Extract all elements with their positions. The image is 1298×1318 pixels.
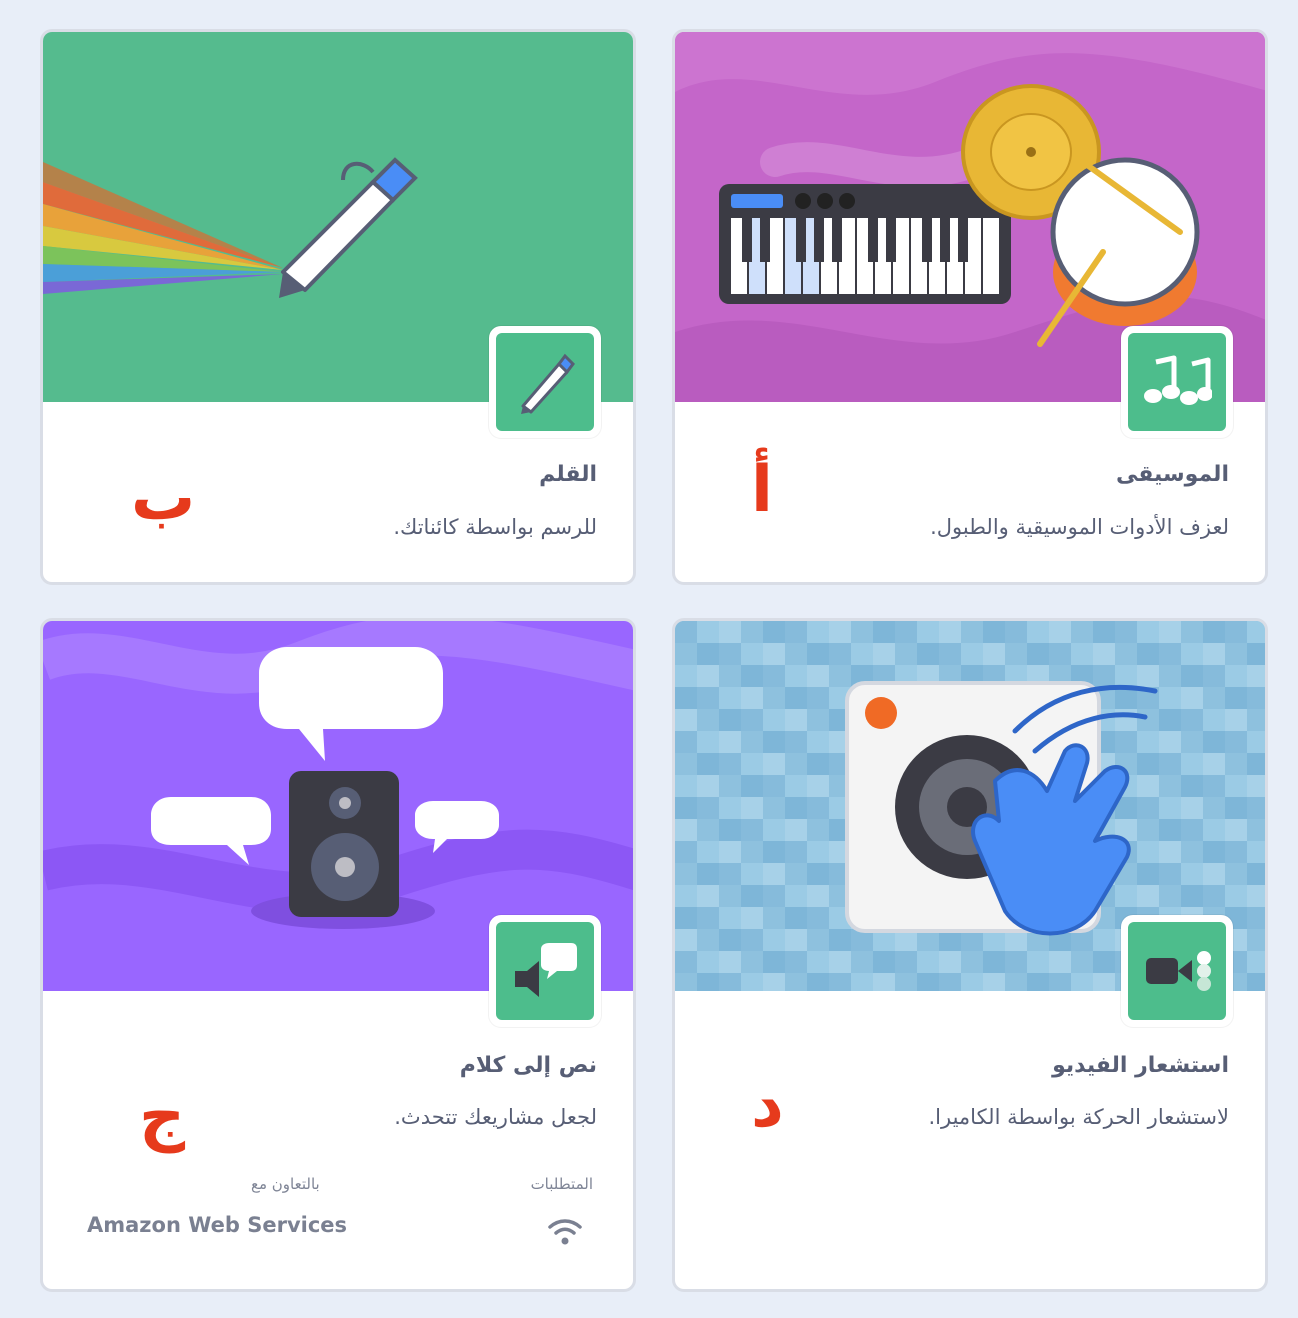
extension-title: القلم <box>539 462 597 487</box>
extension-description: لعزف الأدوات الموسيقية والطبول. <box>930 515 1229 539</box>
video-camera-icon <box>1146 951 1211 991</box>
pen-icon <box>521 353 575 414</box>
collaborator-name: Amazon Web Services <box>87 1213 348 1237</box>
extension-title: نص إلى كلام <box>459 1053 597 1078</box>
extension-description: للرسم بواسطة كائناتك. <box>393 515 597 539</box>
music-notes-icon <box>1144 355 1212 405</box>
extension-card-video-sensing[interactable]: استشعار الفيديو لاستشعار الحركة بواسطة ا… <box>672 618 1268 1292</box>
extension-letter: د <box>751 1068 784 1142</box>
music-icon-tile <box>1121 326 1233 438</box>
tts-icon-tile <box>489 915 601 1027</box>
extension-title: استشعار الفيديو <box>1052 1053 1229 1078</box>
extension-title: الموسيقى <box>1115 462 1229 487</box>
wifi-icon <box>548 1219 582 1245</box>
pen-icon-tile <box>489 326 601 438</box>
speech-bubble-icon <box>515 943 577 997</box>
extension-letter: ب <box>131 461 196 535</box>
extension-description: لاستشعار الحركة بواسطة الكاميرا. <box>928 1105 1230 1129</box>
extension-card-pen[interactable]: القلم للرسم بواسطة كائناتك. ب <box>40 29 636 585</box>
extension-letter: أ <box>751 453 773 527</box>
extension-description: لجعل مشاريعك تتحدث. <box>394 1105 597 1129</box>
video-icon-tile <box>1121 915 1233 1027</box>
extension-letter: ج <box>139 1080 186 1154</box>
extension-card-text-to-speech[interactable]: نص إلى كلام لجعل مشاريعك تتحدث. ج المتطل… <box>40 618 636 1292</box>
requirements-label: المتطلبات <box>530 1175 593 1193</box>
extension-card-music[interactable]: الموسيقى لعزف الأدوات الموسيقية والطبول.… <box>672 29 1268 585</box>
collaboration-label: بالتعاون مع <box>251 1175 320 1193</box>
keyboard-illustration <box>719 184 1011 304</box>
